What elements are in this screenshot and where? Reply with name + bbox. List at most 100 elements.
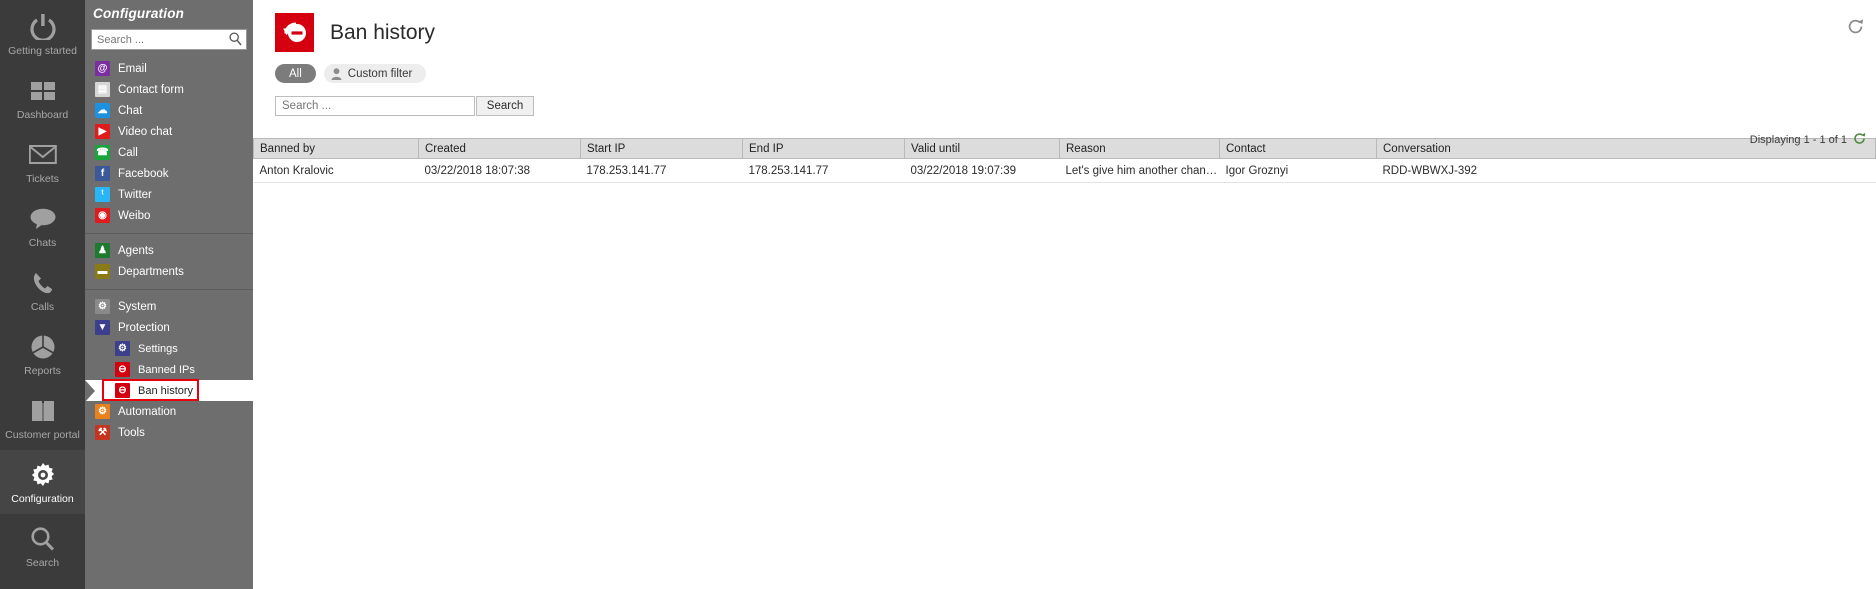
automation-icon: ⚙ (95, 404, 110, 419)
ban-icon: ⊖ (115, 362, 130, 377)
column-header[interactable]: End IP (742, 138, 905, 159)
config-item-tools[interactable]: ⚒ Tools (85, 422, 253, 443)
filter-tab-label: Custom filter (347, 67, 413, 80)
rail-item-label: Configuration (11, 492, 74, 505)
column-header[interactable]: Banned by (253, 138, 419, 159)
rail-item-configuration[interactable]: Configuration (0, 450, 85, 514)
config-item-label: Protection (118, 321, 170, 334)
at-sign-icon: @ (95, 61, 110, 76)
ban-history-icon: ⊖ (115, 383, 130, 398)
cell-banned-by: Anton Kralovic (253, 158, 419, 183)
main-content: Ban history All Custom filter Search Dis… (253, 0, 1876, 589)
config-item-label: Departments (118, 265, 184, 278)
ban-history-table: Banned by Created Start IP End IP Valid unti… (253, 138, 1876, 183)
config-item-label: Settings (138, 342, 178, 355)
search-button[interactable]: Search (476, 96, 534, 116)
column-header[interactable]: Reason (1059, 138, 1220, 159)
config-item-label: Weibo (118, 209, 151, 222)
config-item-label: Ban history (138, 384, 194, 397)
rail-item-label: Reports (24, 364, 61, 377)
config-item-ban-history[interactable]: ⊖ Ban history (85, 379, 253, 402)
rail-item-label: Calls (30, 300, 55, 313)
rail-item-tickets[interactable]: Tickets (0, 130, 85, 194)
cell-created: 03/22/2018 18:07:38 (418, 158, 581, 183)
column-header[interactable]: Contact (1219, 138, 1377, 159)
config-item-video-chat[interactable]: ▶ Video chat (85, 121, 253, 142)
primary-nav-rail: Getting started Dashboard Tickets Chats Ca… (0, 0, 85, 589)
configuration-panel: Configuration @ Email ▤ Contact form ☁ Chat ▶ V… (85, 0, 253, 589)
config-item-label: Automation (118, 405, 177, 418)
config-item-label: Twitter (118, 188, 152, 201)
configuration-search-wrap (85, 29, 253, 50)
configuration-search-input[interactable] (92, 30, 246, 49)
rail-item-calls[interactable]: Calls (0, 258, 85, 322)
config-item-call[interactable]: ☎ Call (85, 142, 253, 163)
config-item-system[interactable]: ⚙ System (85, 296, 253, 317)
cell-start-ip: 178.253.141.77 (580, 158, 743, 183)
column-header[interactable]: Created (418, 138, 581, 159)
config-item-twitter[interactable]: ᵗ Twitter (85, 184, 253, 205)
config-item-departments[interactable]: ▬ Departments (85, 261, 253, 282)
config-item-label: Banned IPs (138, 363, 195, 376)
filter-tabs: All Custom filter (253, 56, 1876, 83)
configuration-search[interactable] (91, 29, 247, 50)
table-header-row: Banned by Created Start IP End IP Valid unti… (253, 138, 1876, 159)
rail-item-search[interactable]: Search (0, 514, 85, 578)
shield-icon: ▼ (95, 320, 110, 335)
config-item-label: Facebook (118, 167, 169, 180)
rail-item-label: Search (25, 556, 60, 569)
configuration-menu: @ Email ▤ Contact form ☁ Chat ▶ Video chat ☎ Call… (85, 50, 253, 443)
config-item-label: Call (118, 146, 138, 159)
rail-item-chats[interactable]: Chats (0, 194, 85, 258)
config-item-facebook[interactable]: f Facebook (85, 163, 253, 184)
rail-item-dashboard[interactable]: Dashboard (0, 66, 85, 130)
cell-conversation: RDD-WBWXJ-392 (1376, 158, 1876, 183)
config-item-contact-form[interactable]: ▤ Contact form (85, 79, 253, 100)
config-item-label: Agents (118, 244, 154, 257)
speech-bubble-icon (30, 204, 56, 234)
cell-contact: Igor Groznyi (1219, 158, 1377, 183)
refresh-icon[interactable] (1847, 18, 1864, 40)
rail-item-label: Customer portal (5, 428, 80, 441)
tools-icon: ⚒ (95, 425, 110, 440)
facebook-icon: f (95, 166, 110, 181)
column-header[interactable]: Valid until (904, 138, 1060, 159)
rail-item-reports[interactable]: Reports (0, 322, 85, 386)
config-item-chat[interactable]: ☁ Chat (85, 100, 253, 121)
cell-valid-until: 03/22/2018 19:07:39 (904, 158, 1060, 183)
menu-divider (85, 233, 253, 234)
config-item-label: Chat (118, 104, 143, 117)
rail-item-customer-portal[interactable]: Customer portal (0, 386, 85, 450)
filter-tab-custom-filter[interactable]: Custom filter (323, 64, 427, 83)
table-row[interactable]: Anton Kralovic 03/22/2018 18:07:38 178.253… (253, 158, 1876, 183)
chat-icon: ☁ (95, 103, 110, 118)
magnifier-icon (30, 524, 55, 554)
folder-icon: ▬ (95, 264, 110, 279)
table-head: Banned by Created Start IP End IP Valid unti… (253, 138, 1876, 159)
filter-tab-all[interactable]: All (275, 64, 316, 83)
page-header: Ban history (253, 0, 1876, 56)
gear-icon (31, 460, 55, 490)
refresh-icon[interactable] (1853, 132, 1866, 148)
settings-gear-icon: ⚙ (115, 341, 130, 356)
rail-item-getting-started[interactable]: Getting started (0, 2, 85, 66)
config-item-label: Video chat (118, 125, 173, 138)
envelope-icon (28, 140, 57, 170)
column-header[interactable]: Start IP (580, 138, 743, 159)
config-item-banned-ips[interactable]: ⊖ Banned IPs (85, 359, 253, 380)
config-item-protection[interactable]: ▼ Protection (85, 317, 253, 338)
table-body: Anton Kralovic 03/22/2018 18:07:38 178.253… (253, 158, 1876, 183)
config-item-weibo[interactable]: ◉ Weibo (85, 205, 253, 226)
rail-item-label: Chats (28, 236, 57, 249)
config-item-email[interactable]: @ Email (85, 58, 253, 79)
config-item-automation[interactable]: ⚙ Automation (85, 401, 253, 422)
search-bar: Search (253, 83, 1876, 116)
person-icon (331, 67, 342, 80)
weibo-icon: ◉ (95, 208, 110, 223)
video-camera-icon: ▶ (95, 124, 110, 139)
config-item-agents[interactable]: ♟ Agents (85, 240, 253, 261)
grid-icon (30, 76, 55, 106)
app-root: Getting started Dashboard Tickets Chats Ca… (0, 0, 1876, 589)
search-input[interactable] (275, 96, 475, 116)
config-item-settings[interactable]: ⚙ Settings (85, 338, 253, 359)
